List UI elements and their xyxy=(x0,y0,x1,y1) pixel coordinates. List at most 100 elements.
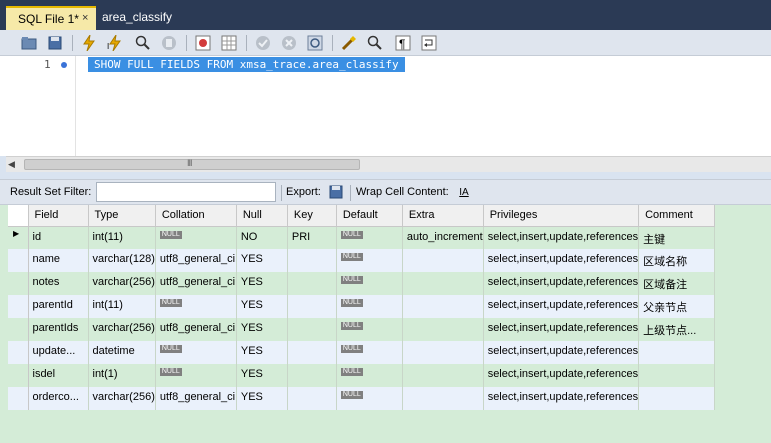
cell-comment[interactable]: 区域备注 xyxy=(638,272,716,295)
cell-extra[interactable] xyxy=(402,318,484,341)
cell-default[interactable]: NULL xyxy=(336,226,403,249)
save-icon[interactable] xyxy=(46,34,64,52)
table-row[interactable]: parentId int(11) NULL YES NULL select,insert,… xyxy=(8,295,716,318)
cell-key[interactable] xyxy=(287,387,337,410)
beautify-icon[interactable] xyxy=(340,34,358,52)
sql-editor[interactable]: 1 SHOW FULL FIELDS FROM xmsa_trace.area_… xyxy=(0,56,771,156)
cell-privileges[interactable]: select,insert,update,references xyxy=(483,295,640,318)
cell-type[interactable]: int(11) xyxy=(88,295,156,318)
open-folder-icon[interactable] xyxy=(20,34,38,52)
cell-extra[interactable] xyxy=(402,364,484,387)
cell-key[interactable] xyxy=(287,272,337,295)
cell-privileges[interactable]: select,insert,update,references xyxy=(483,318,640,341)
cell-field[interactable]: orderco... xyxy=(28,387,89,410)
table-row[interactable]: name varchar(128) utf8_general_ci YES NULL se… xyxy=(8,249,716,272)
cell-null[interactable]: YES xyxy=(236,272,288,295)
cell-field[interactable]: parentIds xyxy=(28,318,89,341)
cell-field[interactable]: update... xyxy=(28,341,89,364)
cell-key[interactable] xyxy=(287,341,337,364)
cell-privileges[interactable]: select,insert,update,references xyxy=(483,341,640,364)
cell-privileges[interactable]: select,insert,update,references xyxy=(483,249,640,272)
cell-extra[interactable] xyxy=(402,272,484,295)
scroll-left-arrow-icon[interactable]: ◀ xyxy=(8,159,15,170)
cell-null[interactable]: YES xyxy=(236,387,288,410)
table-row[interactable]: ▶ id int(11) NULL NO PRI NULL auto_increment sel… xyxy=(8,226,716,249)
cell-privileges[interactable]: select,insert,update,references xyxy=(483,226,640,249)
cell-null[interactable]: YES xyxy=(236,364,288,387)
cell-null[interactable]: YES xyxy=(236,318,288,341)
col-header-extra[interactable]: Extra xyxy=(402,205,484,227)
cell-extra[interactable] xyxy=(402,249,484,272)
tab-area-classify[interactable]: area_classify xyxy=(96,6,206,30)
cell-extra[interactable] xyxy=(402,387,484,410)
cell-field[interactable]: parentId xyxy=(28,295,89,318)
cell-field[interactable]: isdel xyxy=(28,364,89,387)
cell-extra[interactable] xyxy=(402,341,484,364)
table-row[interactable]: isdel int(1) NULL YES NULL select,insert,upda… xyxy=(8,364,716,387)
cell-null[interactable]: YES xyxy=(236,249,288,272)
editor-horizontal-scrollbar[interactable]: ◀ III xyxy=(6,156,771,172)
col-header-privileges[interactable]: Privileges xyxy=(483,205,640,227)
cell-collation[interactable]: NULL xyxy=(155,295,237,318)
stop-icon[interactable] xyxy=(160,34,178,52)
row-header[interactable]: ▶ xyxy=(8,226,29,249)
wrap-lines-icon[interactable] xyxy=(420,34,438,52)
wrap-cell-toggle-icon[interactable]: IA xyxy=(456,184,472,200)
cell-collation[interactable]: NULL xyxy=(155,364,237,387)
table-row[interactable]: parentIds varchar(256) utf8_general_ci YES N… xyxy=(8,318,716,341)
cell-privileges[interactable]: select,insert,update,references xyxy=(483,387,640,410)
row-header[interactable] xyxy=(8,387,29,410)
cell-key[interactable] xyxy=(287,295,337,318)
cell-type[interactable]: varchar(256) xyxy=(88,318,156,341)
cell-default[interactable]: NULL xyxy=(336,387,403,410)
row-header[interactable] xyxy=(8,249,29,272)
table-row[interactable]: orderco... varchar(256) utf8_general_ci YES… xyxy=(8,387,716,410)
row-header[interactable] xyxy=(8,272,29,295)
cell-collation[interactable]: NULL xyxy=(155,341,237,364)
cell-extra[interactable]: auto_increment xyxy=(402,226,484,249)
table-row[interactable]: update... datetime NULL YES NULL select,inser… xyxy=(8,341,716,364)
row-header[interactable] xyxy=(8,318,29,341)
col-header-default[interactable]: Default xyxy=(336,205,403,227)
cell-type[interactable]: datetime xyxy=(88,341,156,364)
cell-default[interactable]: NULL xyxy=(336,364,403,387)
cell-field[interactable]: id xyxy=(28,226,89,249)
cell-collation[interactable]: utf8_general_ci xyxy=(155,272,237,295)
find-icon[interactable] xyxy=(366,34,384,52)
cell-comment[interactable]: 主键 xyxy=(638,226,716,249)
cell-collation[interactable]: utf8_general_ci xyxy=(155,318,237,341)
row-header[interactable] xyxy=(8,295,29,318)
cell-default[interactable]: NULL xyxy=(336,295,403,318)
cell-type[interactable]: int(11) xyxy=(88,226,156,249)
toggle-error-icon[interactable] xyxy=(194,34,212,52)
rollback-icon[interactable] xyxy=(280,34,298,52)
row-header[interactable] xyxy=(8,341,29,364)
scroll-thumb[interactable]: III xyxy=(24,158,360,170)
cell-comment[interactable] xyxy=(638,364,716,387)
cell-key[interactable] xyxy=(287,364,337,387)
col-header-comment[interactable]: Comment xyxy=(638,205,716,227)
cell-privileges[interactable]: select,insert,update,references xyxy=(483,364,640,387)
grid-icon[interactable] xyxy=(220,34,238,52)
cell-collation[interactable]: NULL xyxy=(155,226,237,249)
cell-null[interactable]: NO xyxy=(236,226,288,249)
result-filter-input[interactable] xyxy=(96,182,276,202)
cell-comment[interactable]: 父亲节点 xyxy=(638,295,716,318)
cell-key[interactable] xyxy=(287,249,337,272)
table-row[interactable]: notes varchar(256) utf8_general_ci YES NULL s… xyxy=(8,272,716,295)
execute-icon[interactable] xyxy=(80,34,98,52)
explain-icon[interactable] xyxy=(134,34,152,52)
cell-type[interactable]: varchar(256) xyxy=(88,272,156,295)
autocommit-icon[interactable] xyxy=(306,34,324,52)
col-header-field[interactable]: Field xyxy=(28,205,89,227)
cell-default[interactable]: NULL xyxy=(336,341,403,364)
cell-default[interactable]: NULL xyxy=(336,318,403,341)
commit-icon[interactable] xyxy=(254,34,272,52)
cell-comment[interactable] xyxy=(638,387,716,410)
cell-type[interactable]: varchar(256) xyxy=(88,387,156,410)
cell-type[interactable]: int(1) xyxy=(88,364,156,387)
col-header-key[interactable]: Key xyxy=(287,205,337,227)
col-header-collation[interactable]: Collation xyxy=(155,205,237,227)
tab-sql-file[interactable]: SQL File 1* × xyxy=(6,6,96,30)
cell-default[interactable]: NULL xyxy=(336,272,403,295)
